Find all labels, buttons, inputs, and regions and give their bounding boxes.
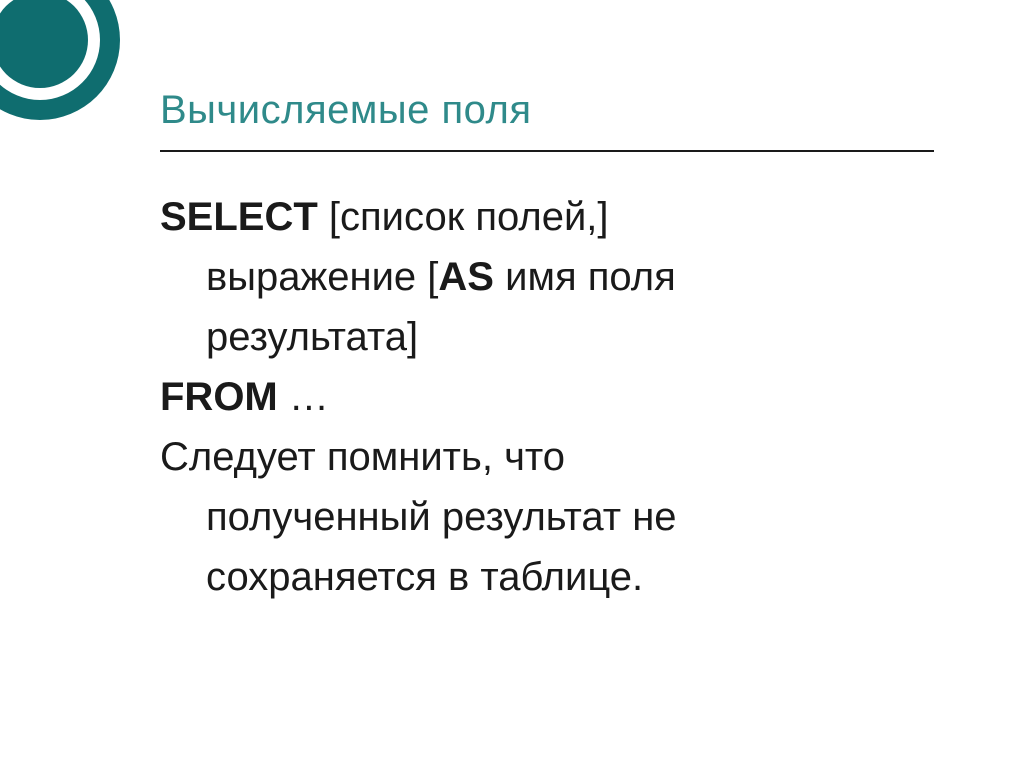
slide-title: Вычисляемые поля <box>160 88 934 133</box>
keyword-as: AS <box>438 255 494 299</box>
sql-text: выражение [ <box>206 255 438 299</box>
sql-text: имя поля <box>494 255 676 299</box>
note-line-2: полученный результат не <box>160 490 934 544</box>
sql-text: … <box>278 375 329 419</box>
sql-text: [список полей,] <box>318 195 609 239</box>
sql-text: результата] <box>206 315 418 359</box>
slide: Вычисляемые поля SELECT [список полей,] … <box>0 0 1024 767</box>
note-line-3: сохраняется в таблице. <box>160 550 934 604</box>
sql-line-1: SELECT [список полей,] <box>160 190 934 244</box>
note-line-1: Следует помнить, что <box>160 430 934 484</box>
slide-body: SELECT [список полей,] выражение [AS имя… <box>160 190 934 610</box>
keyword-select: SELECT <box>160 195 318 239</box>
sql-line-4: FROM … <box>160 370 934 424</box>
sql-line-3: результата] <box>160 310 934 364</box>
keyword-from: FROM <box>160 375 278 419</box>
title-underline <box>160 150 934 152</box>
sql-line-2: выражение [AS имя поля <box>160 250 934 304</box>
